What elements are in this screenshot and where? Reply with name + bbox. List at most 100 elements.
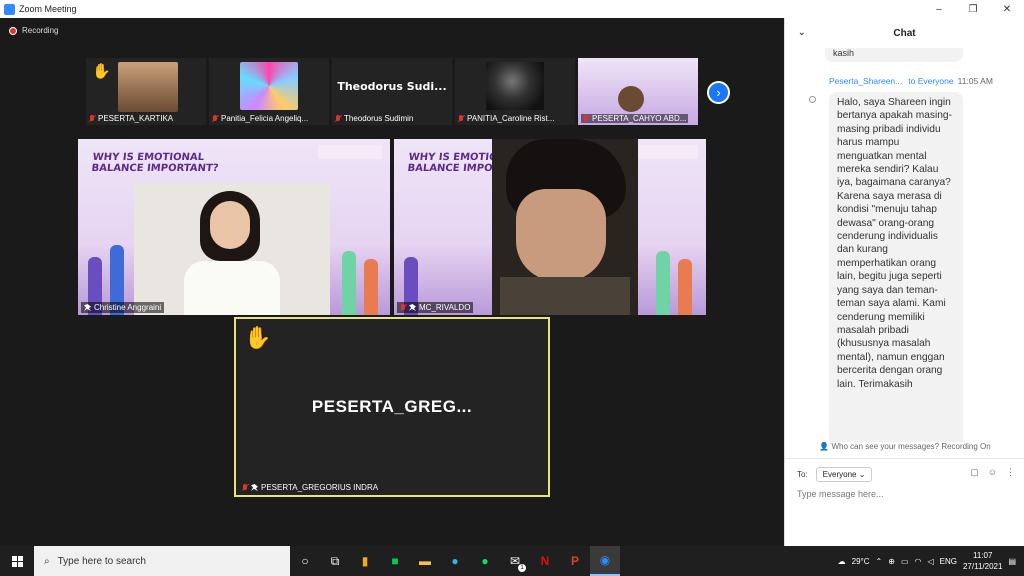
maximize-button[interactable]: ❐ [956, 0, 990, 18]
recording-indicator[interactable]: Recording [9, 26, 58, 35]
meet-icon[interactable]: ⊕ [888, 557, 895, 566]
windows-taskbar: ⌕ Type here to search ○ ⧉ ▮ ■ ▬ ● ● ✉ 1 N… [0, 546, 1024, 576]
mic-muted-icon [458, 114, 464, 123]
sponsor-logos [634, 145, 698, 159]
window-title: Zoom Meeting [19, 4, 77, 14]
file-icon[interactable]: ▢ [970, 467, 979, 478]
minimize-button[interactable]: – [922, 0, 956, 18]
participant-strip: ✋ PESERTA_KARTIKA Panitia_Felicia Angeli… [86, 58, 698, 125]
participant-video [486, 62, 544, 110]
more-icon[interactable]: ⋮ [1006, 467, 1015, 478]
next-page-button[interactable]: › [707, 81, 730, 104]
message-bubble: Halo, saya Shareen ingin bertanya apakah… [829, 92, 963, 442]
mic-muted-icon [212, 114, 218, 123]
active-speaker-tile[interactable]: ✋ PESERTA_GREG... PESERTA_GREGORIUS INDR… [234, 317, 550, 497]
participant-thumb-cahyo[interactable]: PESERTA_CAHYO ABD... [578, 58, 698, 125]
video-tile-rivaldo[interactable]: WHY IS EMOTIONAL BALANCE IMPORTANT? MC_R… [394, 139, 706, 315]
battery-icon[interactable]: ▭ [901, 557, 909, 566]
windows-icon [11, 555, 23, 567]
speaker-video [134, 183, 330, 315]
chat-panel: ⌄ Chat kasih Peserta_Shareen... to Everyo… [784, 18, 1024, 546]
netflix-icon[interactable]: N [530, 546, 560, 576]
chat-title: Chat [893, 27, 916, 39]
participant-name: Christine Anggraini [94, 303, 162, 312]
chevron-down-icon: ⌄ [858, 470, 866, 479]
recipient-value: Everyone [822, 470, 857, 479]
chat-header: ⌄ Chat [785, 18, 1024, 48]
edge-icon[interactable]: ● [440, 546, 470, 576]
title-bar: Zoom Meeting – ❐ ✕ [0, 0, 1024, 18]
message-meta: Peserta_Shareen... to Everyone 11:05 AM [829, 76, 993, 86]
file-explorer-icon[interactable]: ▬ [410, 546, 440, 576]
participant-display-name: PESERTA_GREG... [311, 397, 473, 416]
mic-muted-icon [335, 114, 341, 123]
participant-name: MC_RIVALDO [419, 303, 471, 312]
store-icon[interactable]: ▮ [350, 546, 380, 576]
pin-icon [84, 304, 91, 311]
taskbar-clock[interactable]: 11:07 27/11/2021 [963, 550, 1002, 572]
mic-muted-icon [400, 303, 406, 312]
emoji-icon[interactable]: ☺ [988, 467, 997, 478]
weather-temp[interactable]: 29°C [852, 557, 870, 566]
chat-compose: To: Everyone ⌄ ▢ ☺ ⋮ Type message here..… [785, 458, 1024, 546]
chevron-right-icon: › [716, 85, 721, 100]
message-time: 11:05 AM [957, 76, 993, 86]
participant-name: Theodorus Sudimin [344, 114, 414, 123]
raised-hand-icon: ✋ [244, 325, 272, 350]
people-icon: 👤 [819, 442, 832, 451]
mic-muted-icon [583, 114, 589, 123]
search-icon: ⌕ [44, 555, 50, 567]
mail-icon[interactable]: ✉ 1 [500, 546, 530, 576]
slide-title: WHY IS EMOTIONAL BALANCE IMPORTANT? [90, 152, 220, 174]
participant-thumb-caroline[interactable]: PANITIA_Caroline Rist... [455, 58, 575, 125]
zoom-window: Zoom Meeting – ❐ ✕ Recording ✋ PESERTA_K… [0, 0, 1024, 546]
participant-name: PESERTA_CAHYO ABD... [592, 114, 687, 123]
close-button[interactable]: ✕ [990, 0, 1024, 18]
chat-input[interactable]: Type message here... [797, 489, 884, 499]
reaction-icon[interactable] [809, 96, 816, 103]
recipient-select[interactable]: Everyone ⌄ [815, 467, 873, 482]
weather-icon[interactable]: ☁ [838, 557, 846, 566]
participant-name: PESERTA_KARTIKA [98, 114, 174, 123]
raised-hand-icon: ✋ [92, 63, 111, 80]
previous-message-bubble: kasih [825, 48, 963, 62]
sponsor-logos [318, 145, 382, 159]
spotify-icon[interactable]: ● [470, 546, 500, 576]
participant-thumb-kartika[interactable]: ✋ PESERTA_KARTIKA [86, 58, 206, 125]
participant-thumb-felicia[interactable]: Panitia_Felicia Angeliq... [209, 58, 329, 125]
participant-face [618, 86, 644, 112]
speaker-video [492, 139, 638, 315]
visibility-text: Who can see your messages? Recording On [831, 442, 991, 451]
powerpoint-icon[interactable]: P [560, 546, 590, 576]
participant-video [118, 62, 178, 112]
participant-avatar [240, 62, 298, 110]
participant-display-name: Theodorus Sudi... [337, 80, 447, 93]
chevron-up-icon[interactable]: ⌃ [876, 557, 883, 566]
task-view-icon[interactable]: ⧉ [320, 546, 350, 576]
zoom-taskbar-icon[interactable]: ◉ [590, 546, 620, 576]
recording-label: Recording [22, 26, 59, 35]
search-placeholder: Type here to search [57, 555, 146, 567]
start-button[interactable] [0, 546, 34, 576]
to-label: To: [797, 470, 808, 479]
mic-muted-icon [242, 483, 248, 492]
message-sender[interactable]: Peserta_Shareen... [829, 76, 902, 86]
notification-icon[interactable]: ▤ [1008, 557, 1016, 566]
system-tray: ☁ 29°C ⌃ ⊕ ▭ ◠ ◁ ENG 11:07 27/11/2021 ▤ [838, 546, 1024, 576]
message-visibility-note[interactable]: 👤 Who can see your messages? Recording O… [785, 442, 1024, 456]
clock-time: 11:07 [972, 551, 993, 560]
wifi-icon[interactable]: ◠ [915, 557, 922, 566]
video-tile-christine[interactable]: WHY IS EMOTIONAL BALANCE IMPORTANT? Chri… [78, 139, 390, 315]
participant-name: Panitia_Felicia Angeliq... [221, 114, 309, 123]
pin-icon [251, 484, 258, 491]
participant-name: PANITIA_Caroline Rist... [467, 114, 555, 123]
volume-icon[interactable]: ◁ [927, 557, 933, 566]
language-icon[interactable]: ENG [940, 557, 957, 566]
taskbar-search[interactable]: ⌕ Type here to search [34, 546, 290, 576]
chevron-down-icon[interactable]: ⌄ [798, 27, 806, 38]
chat-messages[interactable]: kasih Peserta_Shareen... to Everyone 11:05… [785, 48, 1024, 442]
line-icon[interactable]: ■ [380, 546, 410, 576]
mic-muted-icon [89, 114, 95, 123]
participant-thumb-theodorus[interactable]: Theodorus Sudi... Theodorus Sudimin [332, 58, 452, 125]
cortana-icon[interactable]: ○ [290, 546, 320, 576]
